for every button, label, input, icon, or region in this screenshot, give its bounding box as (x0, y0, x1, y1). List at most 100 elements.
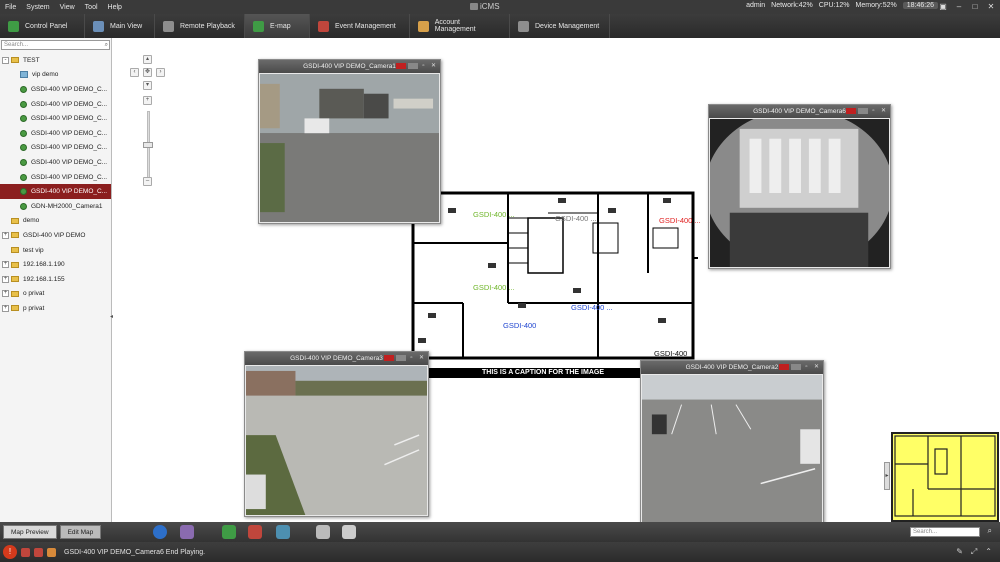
menu-view[interactable]: View (55, 4, 80, 11)
tree-item[interactable]: GSDI-400 VIP DEMO_C... (0, 155, 111, 170)
map-camera-label-blue[interactable]: GSDI-400 ... (571, 303, 613, 312)
expand-icon[interactable]: ⤢ (971, 547, 977, 557)
camera-window-6[interactable]: GSDI-400 VIP DEMO_Camera6 ▫ ✕ (708, 104, 891, 269)
tree-item[interactable]: +192.168.1.190 (0, 257, 111, 272)
capture-icon[interactable] (791, 364, 801, 370)
camera-video-feed[interactable] (642, 375, 822, 524)
tree-item[interactable]: GSDI-400 VIP DEMO_C... (0, 141, 111, 156)
collapse-icon[interactable]: ⌃ (985, 547, 992, 557)
pin-icon[interactable]: ✎ (956, 547, 963, 557)
tree-item[interactable]: + GSDI-400 VIP DEMO (0, 228, 111, 243)
alarm-popup-icon[interactable] (34, 547, 43, 557)
close-icon[interactable]: ✕ (418, 355, 425, 362)
tree-item[interactable]: + p privat (0, 301, 111, 316)
zoom-slider-handle[interactable] (143, 142, 153, 148)
camera-video-feed[interactable] (246, 366, 427, 515)
mute-icon[interactable] (47, 547, 56, 557)
record-icon[interactable] (396, 63, 406, 69)
e-map-canvas[interactable]: ▴ ‹ ✥ › ▾ + – THIS IS A CAPTION FOR THE … (113, 38, 1000, 526)
tree-expander-icon[interactable]: + (2, 261, 9, 269)
close-icon[interactable]: ✕ (984, 1, 998, 12)
tree-item[interactable]: GSDI-400 VIP DEMO_C... (0, 170, 111, 185)
record-icon[interactable] (384, 355, 394, 361)
map-preview-tab[interactable]: Map Preview (3, 525, 57, 539)
camera-video-feed[interactable] (260, 74, 439, 222)
tree-expander-icon[interactable]: + (2, 290, 9, 298)
search-icon[interactable]: ⌕ (988, 527, 992, 535)
map-camera-label-red[interactable]: GSDI-400 ... (659, 216, 701, 225)
tab-device-management[interactable]: Device Management (510, 14, 610, 38)
tab-e-map[interactable]: E-map (245, 14, 310, 38)
pan-right-icon[interactable]: › (156, 68, 165, 77)
tree-item[interactable]: demo (0, 214, 111, 229)
tree-item[interactable]: vip demo (0, 68, 111, 83)
tree-item[interactable]: GSDI-400 VIP DEMO_C... (0, 111, 111, 126)
tab-main-view[interactable]: Main View (85, 14, 155, 38)
camera-window-titlebar[interactable]: GSDI-400 VIP DEMO_Camera6 ▫ ✕ (709, 105, 890, 118)
minimap-toggle-icon[interactable]: ▸ (884, 462, 890, 490)
tree-expander-icon[interactable]: + (2, 231, 9, 239)
alarm-sound-icon[interactable] (21, 547, 30, 557)
edit-map-tab[interactable]: Edit Map (59, 525, 102, 539)
add-camera-icon[interactable] (222, 525, 236, 539)
tree-search-input[interactable]: Search... ⌕ (1, 40, 110, 50)
map-camera-label-black[interactable]: GSDI-400 (654, 349, 687, 358)
maximize-icon[interactable]: □ (968, 1, 982, 12)
record-icon[interactable] (779, 364, 789, 370)
camera-window-2[interactable]: GSDI-400 VIP DEMO_Camera2 ▫ ✕ (640, 360, 824, 526)
tree-item[interactable]: GSDI-400 VIP DEMO_C... (0, 126, 111, 141)
minimize-icon[interactable]: – (952, 1, 966, 12)
tree-item[interactable]: + o privat (0, 287, 111, 302)
minimize-icon[interactable]: ▫ (803, 364, 810, 371)
capture-icon[interactable] (396, 355, 406, 361)
pan-center-icon[interactable]: ✥ (143, 68, 152, 77)
overview-minimap[interactable] (891, 432, 999, 522)
capture-icon[interactable] (408, 63, 418, 69)
add-alarm-icon[interactable] (248, 525, 262, 539)
search-icon[interactable]: ⌕ (105, 41, 108, 49)
tree-item[interactable]: test vip (0, 243, 111, 258)
zoom-in-icon[interactable]: + (143, 96, 152, 105)
menu-help[interactable]: Help (103, 4, 127, 11)
modify-icon[interactable] (316, 525, 330, 539)
capture-icon[interactable] (858, 108, 868, 114)
camera-window-titlebar[interactable]: GSDI-400 VIP DEMO_Camera1 ▫ ✕ (259, 60, 440, 73)
tab-account-management[interactable]: Account Management (410, 14, 510, 38)
close-icon[interactable]: ✕ (430, 63, 437, 70)
menu-file[interactable]: File (0, 4, 21, 11)
tree-expander-icon[interactable]: + (2, 304, 9, 312)
alarm-icon[interactable]: ! (3, 545, 17, 559)
map-search-input[interactable]: Search... ⌕ (910, 527, 992, 537)
tree-item[interactable]: GDN-MH2000_Camera1 (0, 199, 111, 214)
camera-window-3[interactable]: GSDI-400 VIP DEMO_Camera3 ▫ ✕ (244, 351, 429, 517)
close-icon[interactable]: ✕ (880, 108, 887, 115)
minimize-icon[interactable]: ▫ (420, 63, 427, 70)
add-hotspot-icon[interactable] (180, 525, 194, 539)
map-camera-label-green-2[interactable]: GSDI-400 ... (473, 283, 515, 292)
camera-window-titlebar[interactable]: GSDI-400 VIP DEMO_Camera2 ▫ ✕ (641, 361, 823, 374)
add-map-link-icon[interactable] (276, 525, 290, 539)
pan-left-icon[interactable]: ‹ (130, 68, 139, 77)
tab-remote-playback[interactable]: Remote Playback (155, 14, 245, 38)
tree-item[interactable]: GSDI-400 VIP DEMO_C... (0, 184, 111, 199)
record-icon[interactable] (846, 108, 856, 114)
zoom-out-icon[interactable]: – (143, 177, 152, 186)
tab-event-management[interactable]: Event Management (310, 14, 410, 38)
pan-up-icon[interactable]: ▴ (143, 55, 152, 64)
camera-window-1[interactable]: GSDI-400 VIP DEMO_Camera1 ▫ ✕ (258, 59, 441, 224)
close-icon[interactable]: ✕ (813, 364, 820, 371)
map-camera-label-blue-2[interactable]: GSDI-400 (503, 321, 536, 330)
tree-item[interactable]: GSDI-400 VIP DEMO_C... (0, 82, 111, 97)
map-camera-label-gray[interactable]: GSDI-400 ... (555, 214, 597, 223)
tree-expander-icon[interactable]: + (2, 275, 9, 283)
edit-icon[interactable] (153, 525, 167, 539)
camera-video-feed[interactable] (710, 119, 889, 267)
delete-icon[interactable] (342, 525, 356, 539)
tree-item[interactable]: GSDI-400 VIP DEMO_C... (0, 97, 111, 112)
map-camera-label-green[interactable]: GSDI-400 ... (473, 210, 515, 219)
pan-down-icon[interactable]: ▾ (143, 81, 152, 90)
menu-tool[interactable]: Tool (80, 4, 103, 11)
tree-item[interactable]: +192.168.1.155 (0, 272, 111, 287)
tab-control-panel[interactable]: Control Panel (0, 14, 85, 38)
tree-item[interactable]: - TEST (0, 53, 111, 68)
